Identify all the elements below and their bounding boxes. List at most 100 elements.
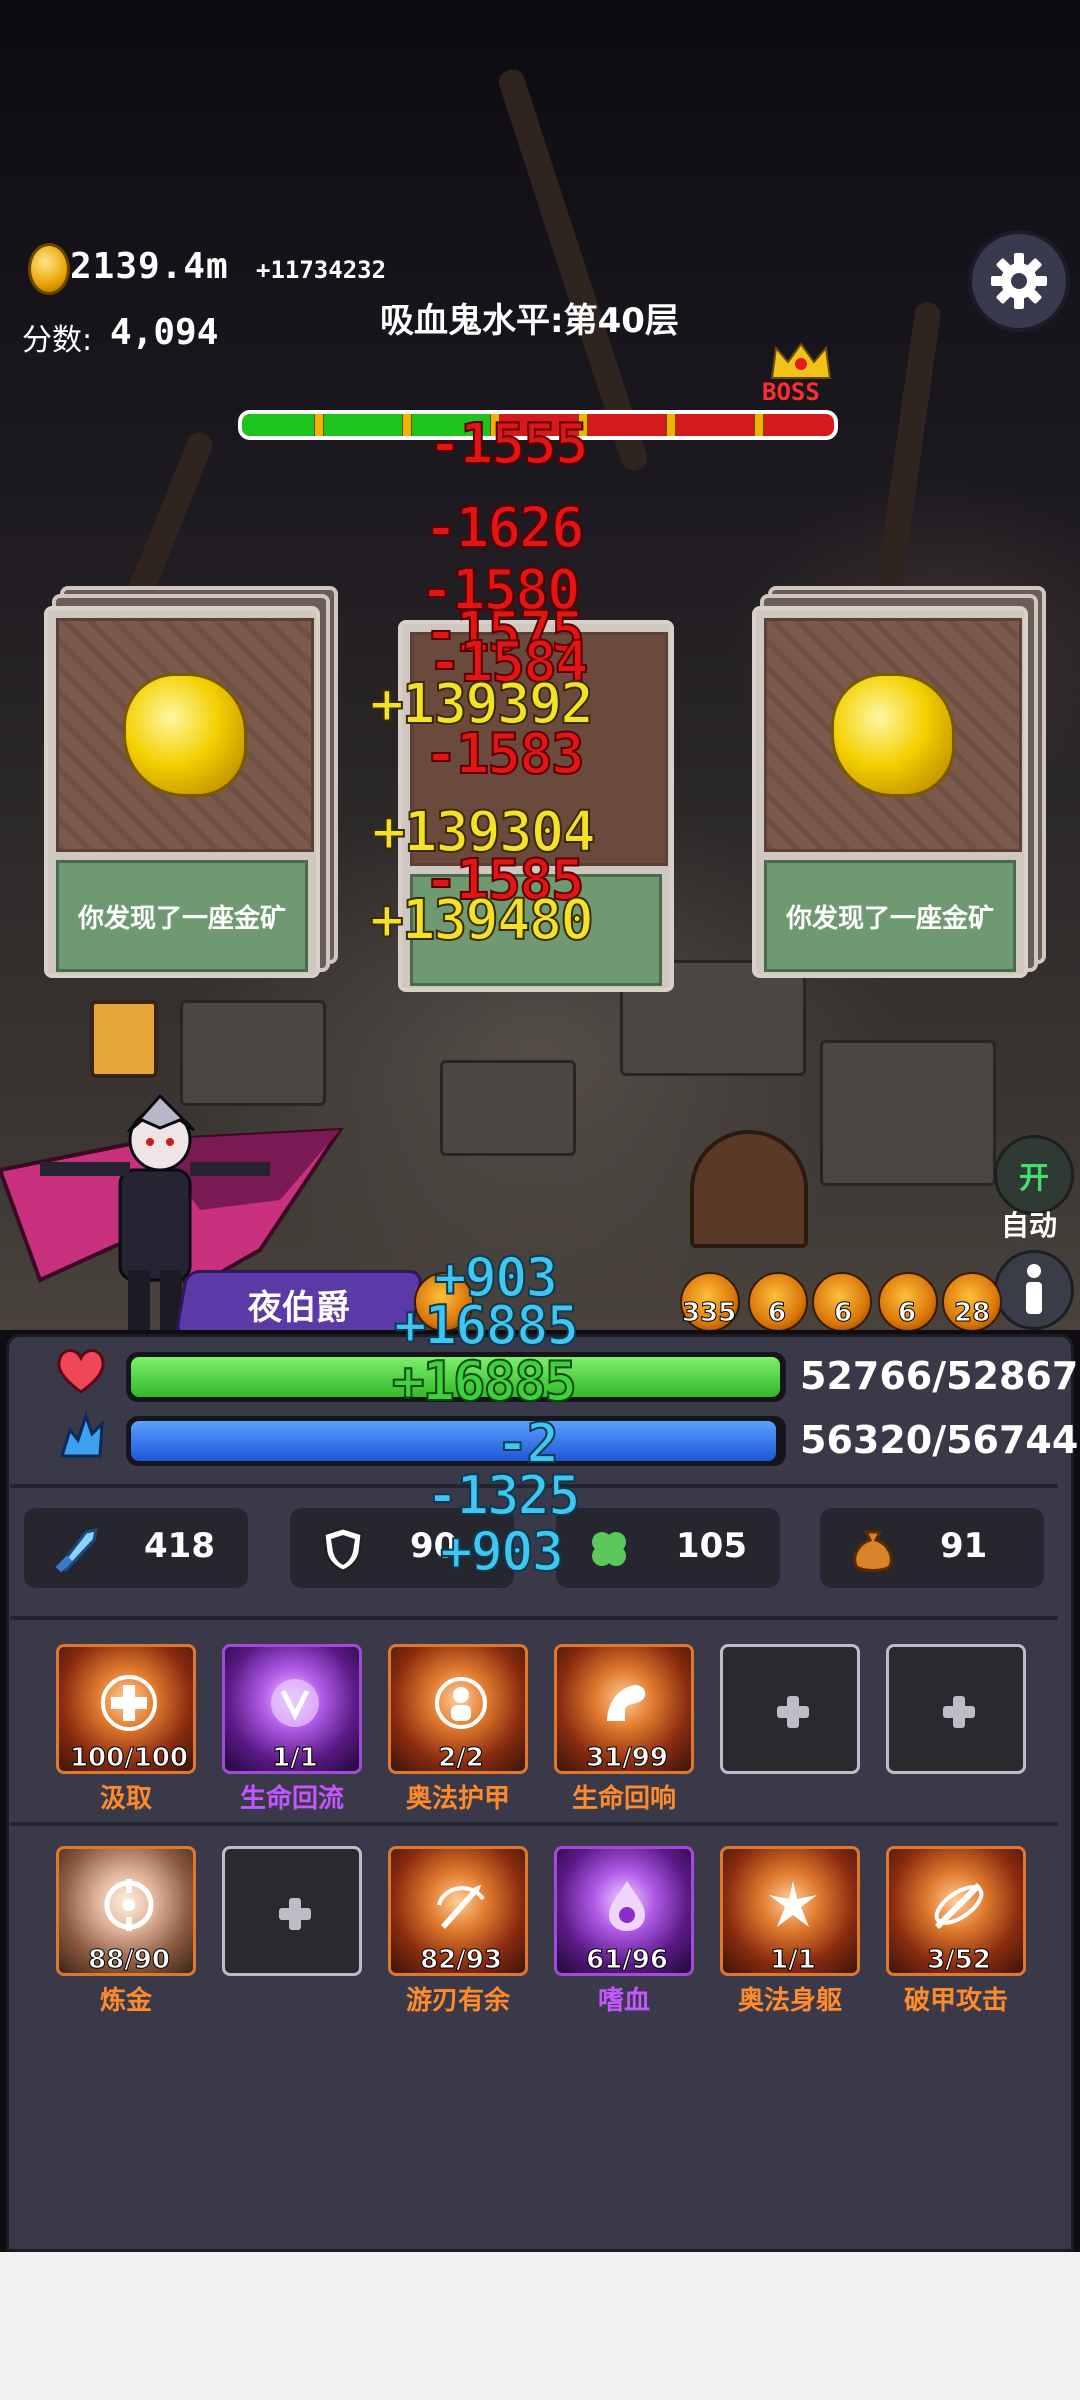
panel-divider <box>10 1616 1058 1620</box>
plus-icon <box>279 1898 311 1930</box>
event-card-left[interactable]: 你发现了一座金矿 <box>44 586 338 978</box>
shield-icon <box>322 1526 364 1573</box>
skill-level: 88/90 <box>88 1945 171 1975</box>
stat-luck[interactable]: 105 <box>556 1508 780 1588</box>
skill-name: 炼金 <box>99 1986 152 2016</box>
sword-icon <box>55 1528 98 1573</box>
gold-nugget-icon <box>123 673 247 797</box>
muscle-arm-icon <box>607 1685 646 1721</box>
score-value: 4,094 <box>110 312 219 353</box>
skill-level: 82/93 <box>420 1945 503 1975</box>
skill-name: 汲取 <box>99 1784 152 1814</box>
buff-count: 335 <box>681 1298 737 1329</box>
money-bag-icon <box>853 1530 893 1572</box>
skill-slot[interactable]: 100/100 汲取 <box>56 1644 196 1814</box>
skill-name: 嗜血 <box>597 1986 650 2016</box>
bar-segment <box>314 414 324 436</box>
heal-number: +903 <box>439 1519 565 1584</box>
hp-value: 52766/52867 <box>800 1354 1079 1398</box>
skill-level: 100/100 <box>69 1743 189 1773</box>
skill-slot[interactable]: 82/93 游刃有余 <box>388 1846 528 2016</box>
buff-count: 6 <box>767 1298 787 1329</box>
bar-segment <box>666 414 676 436</box>
hero-name: 夜伯爵 <box>248 1287 350 1328</box>
event-card-right[interactable]: 你发现了一座金矿 <box>752 586 1046 978</box>
alchemy-icon <box>104 1879 154 1931</box>
heart-icon <box>57 1349 105 1394</box>
skill-level: 1/1 <box>272 1743 319 1773</box>
skill-name: 破甲攻击 <box>903 1986 1008 2016</box>
skill-slot[interactable]: 31/99 生命回响 <box>554 1644 694 1814</box>
bloodlust-icon <box>609 1881 645 1931</box>
skill-slot[interactable]: 1/1 生命回流 <box>222 1644 362 1814</box>
skill-slot[interactable]: 3/52 破甲攻击 <box>886 1846 1026 2016</box>
skill-slot[interactable]: 61/96 嗜血 <box>554 1846 694 2016</box>
stat-value: 105 <box>676 1526 747 1566</box>
damage-number: -1626 <box>423 495 586 562</box>
skill-name: 奥法护甲 <box>405 1784 510 1814</box>
arcane-body-icon <box>769 1881 817 1927</box>
info-icon <box>1026 1264 1042 1314</box>
boss-label: BOSS <box>762 378 820 406</box>
blade-swirl-icon <box>437 1885 485 1929</box>
heal-number: +16885 <box>393 1293 580 1358</box>
bottom-blank-area <box>0 2252 1080 2400</box>
buff-count: 28 <box>953 1298 991 1329</box>
empty-skill-slot[interactable] <box>886 1644 1026 1810</box>
gold-amount: 2139.4m <box>70 246 229 287</box>
panel-divider <box>10 1822 1058 1826</box>
life-flow-icon <box>271 1679 319 1727</box>
skill-level: 2/2 <box>438 1743 485 1773</box>
skill-name: 生命回流 <box>239 1784 344 1814</box>
mp-bar <box>126 1416 786 1466</box>
treasure-chest <box>690 1130 808 1248</box>
skill-level: 3/52 <box>927 1945 992 1975</box>
hero-name-tag: 夜伯爵 <box>174 1270 424 1330</box>
damage-number: +139480 <box>369 887 595 954</box>
empty-skill-slot[interactable] <box>720 1644 860 1810</box>
mp-fill <box>131 1421 777 1461</box>
stat-value: 418 <box>144 1526 215 1566</box>
auto-toggle-button[interactable]: 开 <box>994 1135 1074 1215</box>
skill-name: 游刃有余 <box>405 1986 510 2016</box>
crown-icon <box>770 342 832 379</box>
clover-icon <box>592 1532 626 1566</box>
skill-name: 生命回响 <box>571 1784 676 1814</box>
gold-income-rate: +11734232 <box>256 256 387 284</box>
gold-nugget-icon <box>831 673 955 797</box>
card-caption: 你发现了一座金矿 <box>764 860 1016 972</box>
card-caption: 你发现了一座金矿 <box>56 860 308 972</box>
bar-segment <box>754 414 764 436</box>
mana-icon <box>59 1411 104 1458</box>
empty-skill-slot[interactable] <box>222 1846 362 2012</box>
heal-number: +16885 <box>391 1349 578 1414</box>
skill-name: 奥法身躯 <box>737 1986 842 2016</box>
coin-icon <box>28 243 70 295</box>
score-label: 分数: <box>22 323 93 358</box>
stat-value: 91 <box>940 1526 988 1566</box>
info-button[interactable] <box>994 1250 1074 1330</box>
bar-segment <box>402 414 412 436</box>
damage-number: -1555 <box>427 411 590 478</box>
ruin-stone <box>440 1060 576 1156</box>
stat-attack[interactable]: 418 <box>24 1508 248 1588</box>
damage-number: -1583 <box>423 721 586 788</box>
skill-slot[interactable]: 88/90 炼金 <box>56 1846 196 2016</box>
stat-gold-bonus[interactable]: 91 <box>820 1508 1044 1588</box>
skill-slot[interactable]: 2/2 奥法护甲 <box>388 1644 528 1814</box>
skill-level: 1/1 <box>770 1945 817 1975</box>
battle-scene: 2139.4m +11734232 分数: 4,094 吸血鬼水平:第40层 B… <box>0 0 1080 1330</box>
plus-icon <box>943 1696 975 1728</box>
gear-icon <box>991 253 1047 309</box>
damage-number: -1325 <box>425 1463 582 1528</box>
ruin-stone <box>820 1040 996 1186</box>
lantern <box>90 1000 158 1078</box>
skill-level: 61/96 <box>586 1945 669 1975</box>
buff-count: 6 <box>897 1298 917 1329</box>
mp-value: 56320/56744 <box>800 1418 1079 1462</box>
arcane-armor-icon <box>435 1677 487 1729</box>
auto-label: 自动 <box>1001 1209 1058 1242</box>
skill-slot[interactable]: 1/1 奥法身躯 <box>720 1846 860 2016</box>
settings-button[interactable] <box>968 230 1070 332</box>
skill-level: 31/99 <box>586 1743 669 1773</box>
